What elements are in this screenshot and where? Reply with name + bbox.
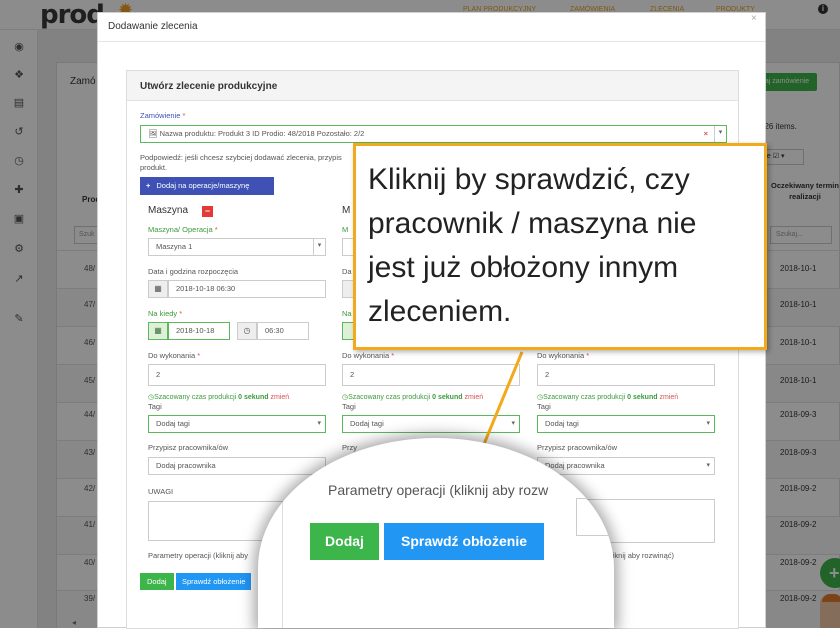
check-availability-button[interactable]: Sprawdź obłożenie	[176, 573, 252, 590]
order-select-value: Nazwa produktu: Produkt 3 ID Prodio: 48/…	[159, 129, 365, 138]
deadline-date-value: 2018-10-18	[176, 326, 215, 335]
order-label-text: Zamówienie	[140, 111, 181, 120]
tags-label: Tagi	[148, 402, 162, 411]
workers-label-2: Przy	[342, 443, 357, 452]
chevron-down-icon[interactable]: ▾	[317, 416, 321, 432]
order-select[interactable]: 🖼 Nazwa produktu: Produkt 3 ID Prodio: 4…	[140, 125, 727, 143]
workers-select-3[interactable]: Dodaj pracownika ▾	[537, 457, 715, 475]
clear-icon[interactable]: ×	[704, 126, 708, 142]
est-change-link-3[interactable]: zmień	[659, 394, 678, 401]
est-value-3: 0 sekund	[627, 394, 658, 401]
chevron-down-icon[interactable]: ▾	[706, 458, 710, 474]
column-1-header: Maszyna	[148, 205, 189, 216]
todo-value: 2	[156, 370, 161, 379]
plus-icon: +	[146, 181, 151, 190]
tags-select-2[interactable]: Dodaj tagi ▾	[342, 415, 520, 433]
notes-label: UWAGI	[148, 487, 174, 496]
chevron-down-icon[interactable]: ▾	[714, 126, 726, 142]
add-button[interactable]: Dodaj	[140, 573, 174, 590]
deadline-label: Na kiedy *	[148, 309, 183, 318]
order-label: Zamówienie *	[140, 111, 186, 120]
start-datetime-label: Data i godzina rozpoczęcia	[148, 267, 239, 276]
remove-column-button[interactable]: −	[202, 206, 213, 217]
tags-label-3: Tagi	[537, 402, 551, 411]
todo-input[interactable]: 2	[148, 364, 326, 386]
magnified-notes-field	[576, 498, 614, 536]
machine-label-text: Maszyna/ Operacja	[148, 225, 213, 234]
est-value: 0 sekund	[238, 394, 269, 401]
deadline-label-text: Na kiedy	[148, 309, 178, 318]
estimated-time-text-2: ◷Szacowany czas produkcji 0 sekund zmień	[342, 394, 484, 401]
machine-label-2: M	[342, 225, 349, 234]
card-header: Utwórz zlecenie produkcyjne	[127, 71, 738, 101]
start-datetime-value: 2018-10-18 06:30	[176, 284, 236, 293]
tags-select-3[interactable]: Dodaj tagi ▾	[537, 415, 715, 433]
estimated-time-text: ◷Szacowany czas produkcji 0 sekund zmień	[148, 394, 290, 401]
todo-label: Do wykonania *	[148, 351, 201, 360]
params-toggle[interactable]: Parametry operacji (kliknij aby	[148, 551, 248, 560]
machine-select-value: Maszyna 1	[156, 242, 193, 251]
card-title: Utwórz zlecenie produkcyjne	[140, 81, 278, 92]
machine-select[interactable]: Maszyna 1 ▾	[148, 238, 326, 256]
todo-label-2-text: Do wykonania	[342, 351, 390, 360]
workers-label-3: Przypisz pracownika/ów	[537, 443, 618, 452]
chevron-down-icon[interactable]: ▾	[706, 416, 710, 432]
deadline-date-input[interactable]: 2018-10-18	[168, 322, 230, 340]
est-prefix-3: Szacowany czas produkcji	[543, 394, 626, 401]
add-operation-button[interactable]: + Dodaj na operacje/maszynę	[140, 177, 274, 195]
est-value-2: 0 sekund	[432, 394, 463, 401]
todo-label-3-text: Do wykonania	[537, 351, 585, 360]
hint-text-2: produkt.	[140, 163, 168, 172]
todo-value-3: 2	[545, 370, 550, 379]
est-prefix: Szacowany czas produkcji	[154, 394, 237, 401]
tags-select[interactable]: Dodaj tagi ▾	[148, 415, 326, 433]
chevron-down-icon[interactable]: ▾	[511, 416, 515, 432]
close-icon[interactable]: ×	[751, 13, 757, 24]
workers-label: Przypisz pracownika/ów	[148, 443, 229, 452]
tags-placeholder-2: Dodaj tagi	[350, 419, 384, 428]
workers-select[interactable]: Dodaj pracownika	[148, 457, 326, 475]
tags-placeholder: Dodaj tagi	[156, 419, 190, 428]
todo-label-3: Do wykonania *	[537, 351, 590, 360]
deadline-label-2: Na	[342, 309, 352, 318]
callout-text: Kliknij by sprawdzić, czy pracownik / ma…	[368, 163, 697, 328]
clock-icon[interactable]: ◷	[237, 322, 257, 340]
magnified-check-availability-button[interactable]: Sprawdź obłożenie	[384, 523, 544, 560]
deadline-calendar-icon[interactable]: ▦	[148, 322, 168, 340]
todo-input-2[interactable]: 2	[342, 364, 520, 386]
estimated-time-text-3: ◷Szacowany czas produkcji 0 sekund zmień	[537, 394, 679, 401]
column-2-header: M	[342, 205, 351, 216]
hint-text: Podpowiedź: jeśli chcesz szybciej dodawa…	[140, 153, 342, 162]
est-change-link-2[interactable]: zmień	[464, 394, 483, 401]
todo-value-2: 2	[350, 370, 355, 379]
est-prefix-2: Szacowany czas produkcji	[348, 394, 431, 401]
modal-divider	[98, 41, 765, 42]
tags-placeholder-3: Dodaj tagi	[545, 419, 579, 428]
tooltip-callout: Kliknij by sprawdzić, czy pracownik / ma…	[353, 143, 767, 350]
machine-label: Maszyna/ Operacja *	[148, 225, 218, 234]
deadline-time-input[interactable]: 06:30	[257, 322, 309, 340]
product-image-icon: 🖼	[148, 129, 158, 138]
start-datetime-label-2: Da	[342, 267, 352, 276]
workers-placeholder: Dodaj pracownika	[156, 461, 216, 470]
chevron-down-icon[interactable]: ▾	[313, 239, 325, 255]
start-datetime-input[interactable]: 2018-10-18 06:30	[168, 280, 326, 298]
todo-label-text: Do wykonania	[148, 351, 196, 360]
workers-placeholder-3: Dodaj pracownika	[545, 461, 605, 470]
magnifier-divider	[282, 438, 283, 628]
deadline-time-value: 06:30	[265, 326, 284, 335]
todo-label-2: Do wykonania *	[342, 351, 395, 360]
add-operation-label: Dodaj na operacje/maszynę	[156, 181, 250, 190]
calendar-icon[interactable]: ▦	[148, 280, 168, 298]
modal-title: Dodawanie zlecenia	[108, 21, 198, 32]
est-change-link[interactable]: zmień	[270, 394, 289, 401]
tags-label-2: Tagi	[342, 402, 356, 411]
magnified-params-text[interactable]: Parametry operacji (kliknij aby rozw	[328, 482, 548, 498]
todo-input-3[interactable]: 2	[537, 364, 715, 386]
magnified-add-button[interactable]: Dodaj	[310, 523, 379, 560]
